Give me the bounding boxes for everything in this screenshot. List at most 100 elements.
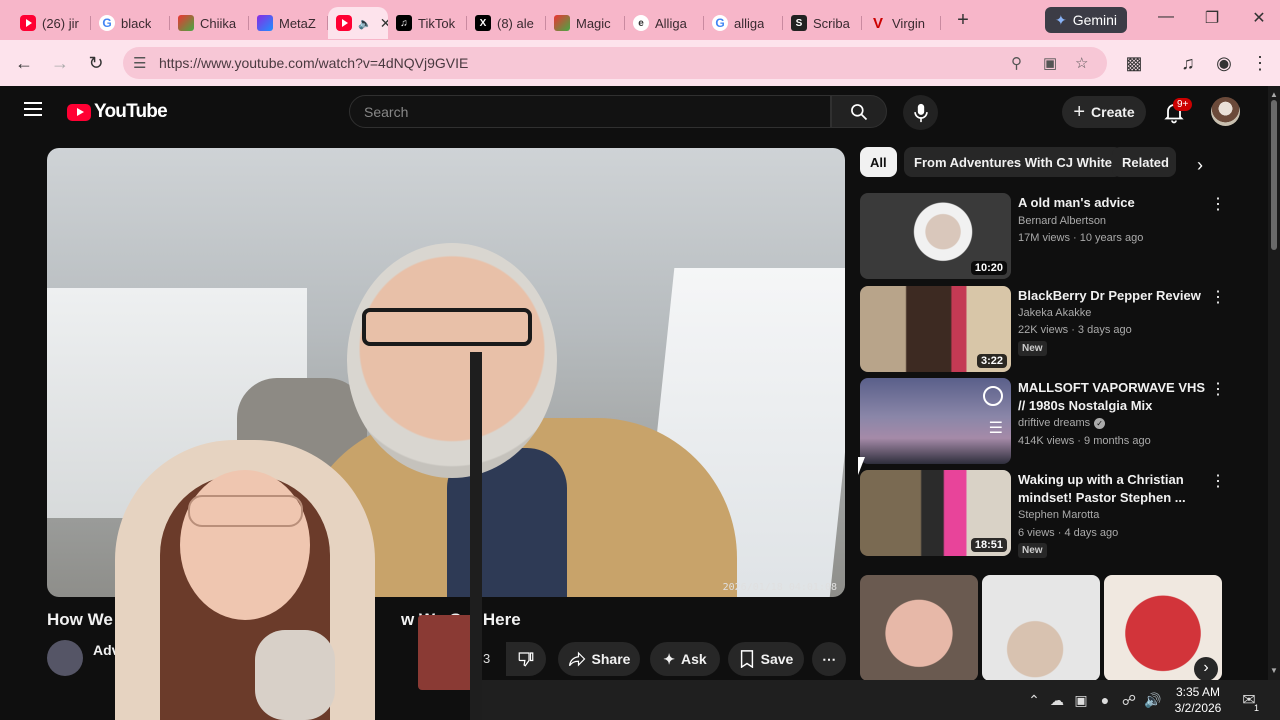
page-scrollbar[interactable]: ▲ ▼ bbox=[1268, 86, 1280, 680]
new-tab-button[interactable]: + bbox=[951, 9, 975, 32]
install-app-icon[interactable]: ▣ bbox=[1043, 54, 1057, 72]
like-count: 3 bbox=[483, 651, 491, 666]
chip-from-channel[interactable]: From Adventures With CJ White bbox=[904, 147, 1123, 177]
video-thumbnail[interactable]: ☰ bbox=[860, 378, 1011, 464]
browser-tab[interactable]: ♫ TikTok bbox=[388, 7, 467, 39]
browser-tab[interactable]: e Alliga bbox=[625, 7, 704, 39]
verified-icon: ✓ bbox=[1094, 417, 1106, 429]
more-menu-icon[interactable]: ⋮ bbox=[1248, 52, 1272, 74]
recommendation-item[interactable]: ☰ MALLSOFT VAPORWAVE VHS // 1980s Nostal… bbox=[860, 378, 1230, 464]
youtube-icon bbox=[336, 15, 352, 31]
magic-icon bbox=[554, 15, 570, 31]
chevron-right-icon[interactable]: › bbox=[1188, 154, 1212, 178]
thumbs-down-icon bbox=[518, 652, 534, 667]
bookmark-star-icon[interactable]: ☆ bbox=[1075, 54, 1088, 72]
video-overlay-timestamp: 2026/01/18 04:01:08 bbox=[722, 582, 837, 593]
duration-badge: 18:51 bbox=[970, 538, 1007, 552]
browser-tab-active[interactable]: 🔈 ✕ bbox=[328, 7, 388, 39]
gemini-button[interactable]: ✦ Gemini bbox=[1045, 7, 1127, 33]
recommendation-stats: 6 views · 4 days ago bbox=[1018, 527, 1119, 539]
recommendation-title[interactable]: Waking up with a Christian mindset! Past… bbox=[1018, 471, 1208, 507]
back-icon[interactable]: ← bbox=[12, 52, 36, 74]
video-frame-glasses bbox=[362, 308, 532, 346]
youtube-logo[interactable]: YouTube bbox=[67, 101, 168, 123]
network-icon[interactable]: ☍ bbox=[1120, 692, 1138, 709]
new-badge: New bbox=[1018, 543, 1047, 558]
shorts-thumbnail[interactable] bbox=[860, 575, 978, 681]
scroll-down-icon[interactable]: ▼ bbox=[1270, 666, 1278, 675]
address-bar[interactable]: ☰ https://www.youtube.com/watch?v=4dNQVj… bbox=[123, 47, 1107, 79]
video-thumbnail[interactable]: 18:51 bbox=[860, 470, 1011, 556]
video-thumbnail[interactable]: 3:22 bbox=[860, 286, 1011, 372]
volume-icon[interactable]: 🔊 bbox=[1144, 692, 1162, 709]
profile-icon[interactable]: ◉ bbox=[1212, 52, 1236, 74]
notification-count: 1 bbox=[1254, 703, 1260, 713]
close-tab-icon[interactable]: ✕ bbox=[380, 15, 388, 32]
system-clock[interactable]: 3:35 AM 3/2/2026 bbox=[1168, 684, 1228, 716]
recommendation-item[interactable]: 18:51 Waking up with a Christian mindset… bbox=[860, 470, 1230, 558]
scrollbar-thumb[interactable] bbox=[1271, 100, 1277, 250]
forward-icon[interactable]: → bbox=[48, 52, 72, 74]
browser-tab[interactable]: Magic bbox=[546, 7, 625, 39]
browser-tab[interactable]: S Scriba bbox=[783, 7, 862, 39]
more-vertical-icon[interactable]: ⋮ bbox=[1210, 290, 1226, 306]
scroll-up-icon[interactable]: ▲ bbox=[1270, 90, 1278, 99]
more-vertical-icon[interactable]: ⋮ bbox=[1210, 474, 1226, 490]
chip-related[interactable]: Related bbox=[1112, 147, 1176, 177]
search-button[interactable] bbox=[831, 95, 887, 128]
recommendation-stats: 414K views · 9 months ago bbox=[1018, 435, 1151, 447]
browser-tab[interactable]: MetaZ bbox=[249, 7, 328, 39]
recommendation-title[interactable]: MALLSOFT VAPORWAVE VHS // 1980s Nostalgi… bbox=[1018, 379, 1208, 415]
x-icon: X bbox=[475, 15, 491, 31]
browser-tab[interactable]: Galliga bbox=[704, 7, 783, 39]
extensions-icon[interactable]: ▩ bbox=[1122, 52, 1146, 74]
more-vertical-icon[interactable]: ⋮ bbox=[1210, 197, 1226, 213]
show-hidden-icons-chevron-icon[interactable]: ⌃ bbox=[1025, 692, 1043, 709]
close-window-icon[interactable]: ✕ bbox=[1247, 8, 1271, 28]
recommendation-channel[interactable]: driftive dreams ✓ bbox=[1018, 415, 1106, 431]
recommendation-item[interactable]: 10:20 A old man's advice Bernard Alberts… bbox=[860, 193, 1230, 279]
mouse-cursor bbox=[858, 457, 865, 475]
browser-tab[interactable]: (26) jir bbox=[12, 7, 91, 39]
recommendation-channel[interactable]: Bernard Albertson bbox=[1018, 213, 1106, 229]
browser-tab[interactable]: X (8) ale bbox=[467, 7, 546, 39]
video-thumbnail[interactable]: 10:20 bbox=[860, 193, 1011, 279]
share-button[interactable]: Share bbox=[558, 642, 640, 676]
microphone-tray-icon[interactable]: ● bbox=[1096, 692, 1114, 708]
voice-search-button[interactable] bbox=[903, 95, 938, 130]
menu-icon[interactable] bbox=[24, 102, 42, 116]
create-button[interactable]: + Create bbox=[1062, 96, 1146, 128]
save-button[interactable]: Save bbox=[728, 642, 804, 676]
search-input[interactable]: Search bbox=[349, 95, 831, 128]
onedrive-icon[interactable]: ☁ bbox=[1048, 692, 1066, 709]
browser-tab[interactable]: Gblack bbox=[91, 7, 170, 39]
add-to-queue-icon[interactable]: ☰ bbox=[989, 418, 1003, 438]
recommendation-title[interactable]: A old man's advice bbox=[1018, 194, 1208, 212]
shorts-next-icon[interactable]: › bbox=[1194, 657, 1218, 681]
speaker-icon[interactable]: 🔈 bbox=[358, 17, 372, 30]
browser-tab[interactable]: V Virgin bbox=[862, 7, 941, 39]
duration-badge: 3:22 bbox=[976, 354, 1007, 368]
recommendation-channel[interactable]: Stephen Marotta bbox=[1018, 507, 1099, 523]
recommendation-channel[interactable]: Jakeka Akakke bbox=[1018, 305, 1091, 321]
site-info-icon[interactable]: ☰ bbox=[133, 54, 146, 72]
webcam-overlay bbox=[0, 440, 482, 720]
account-avatar[interactable] bbox=[1211, 97, 1240, 126]
more-vertical-icon[interactable]: ⋮ bbox=[1210, 382, 1226, 398]
reload-icon[interactable]: ↻ bbox=[84, 52, 108, 74]
dislike-button[interactable] bbox=[506, 642, 546, 676]
chip-all[interactable]: All bbox=[860, 147, 897, 177]
minimize-icon[interactable]: — bbox=[1154, 8, 1178, 26]
zoom-icon[interactable]: ⚲ bbox=[1011, 54, 1022, 72]
recommendation-item[interactable]: 3:22 BlackBerry Dr Pepper Review Jakeka … bbox=[860, 286, 1230, 372]
media-control-icon[interactable]: ♫ bbox=[1176, 52, 1200, 74]
shorts-thumbnail[interactable] bbox=[982, 575, 1100, 681]
watch-later-icon[interactable] bbox=[983, 386, 1003, 406]
restore-icon[interactable]: ❐ bbox=[1200, 8, 1224, 28]
shorts-thumbnail[interactable]: › bbox=[1104, 575, 1222, 681]
browser-tab[interactable]: Chiika bbox=[170, 7, 249, 39]
meet-now-icon[interactable]: ▣ bbox=[1072, 692, 1090, 709]
more-actions-button[interactable]: ⋯ bbox=[812, 642, 846, 676]
ask-button[interactable]: ✦ Ask bbox=[650, 642, 720, 676]
recommendation-title[interactable]: BlackBerry Dr Pepper Review bbox=[1018, 287, 1208, 305]
